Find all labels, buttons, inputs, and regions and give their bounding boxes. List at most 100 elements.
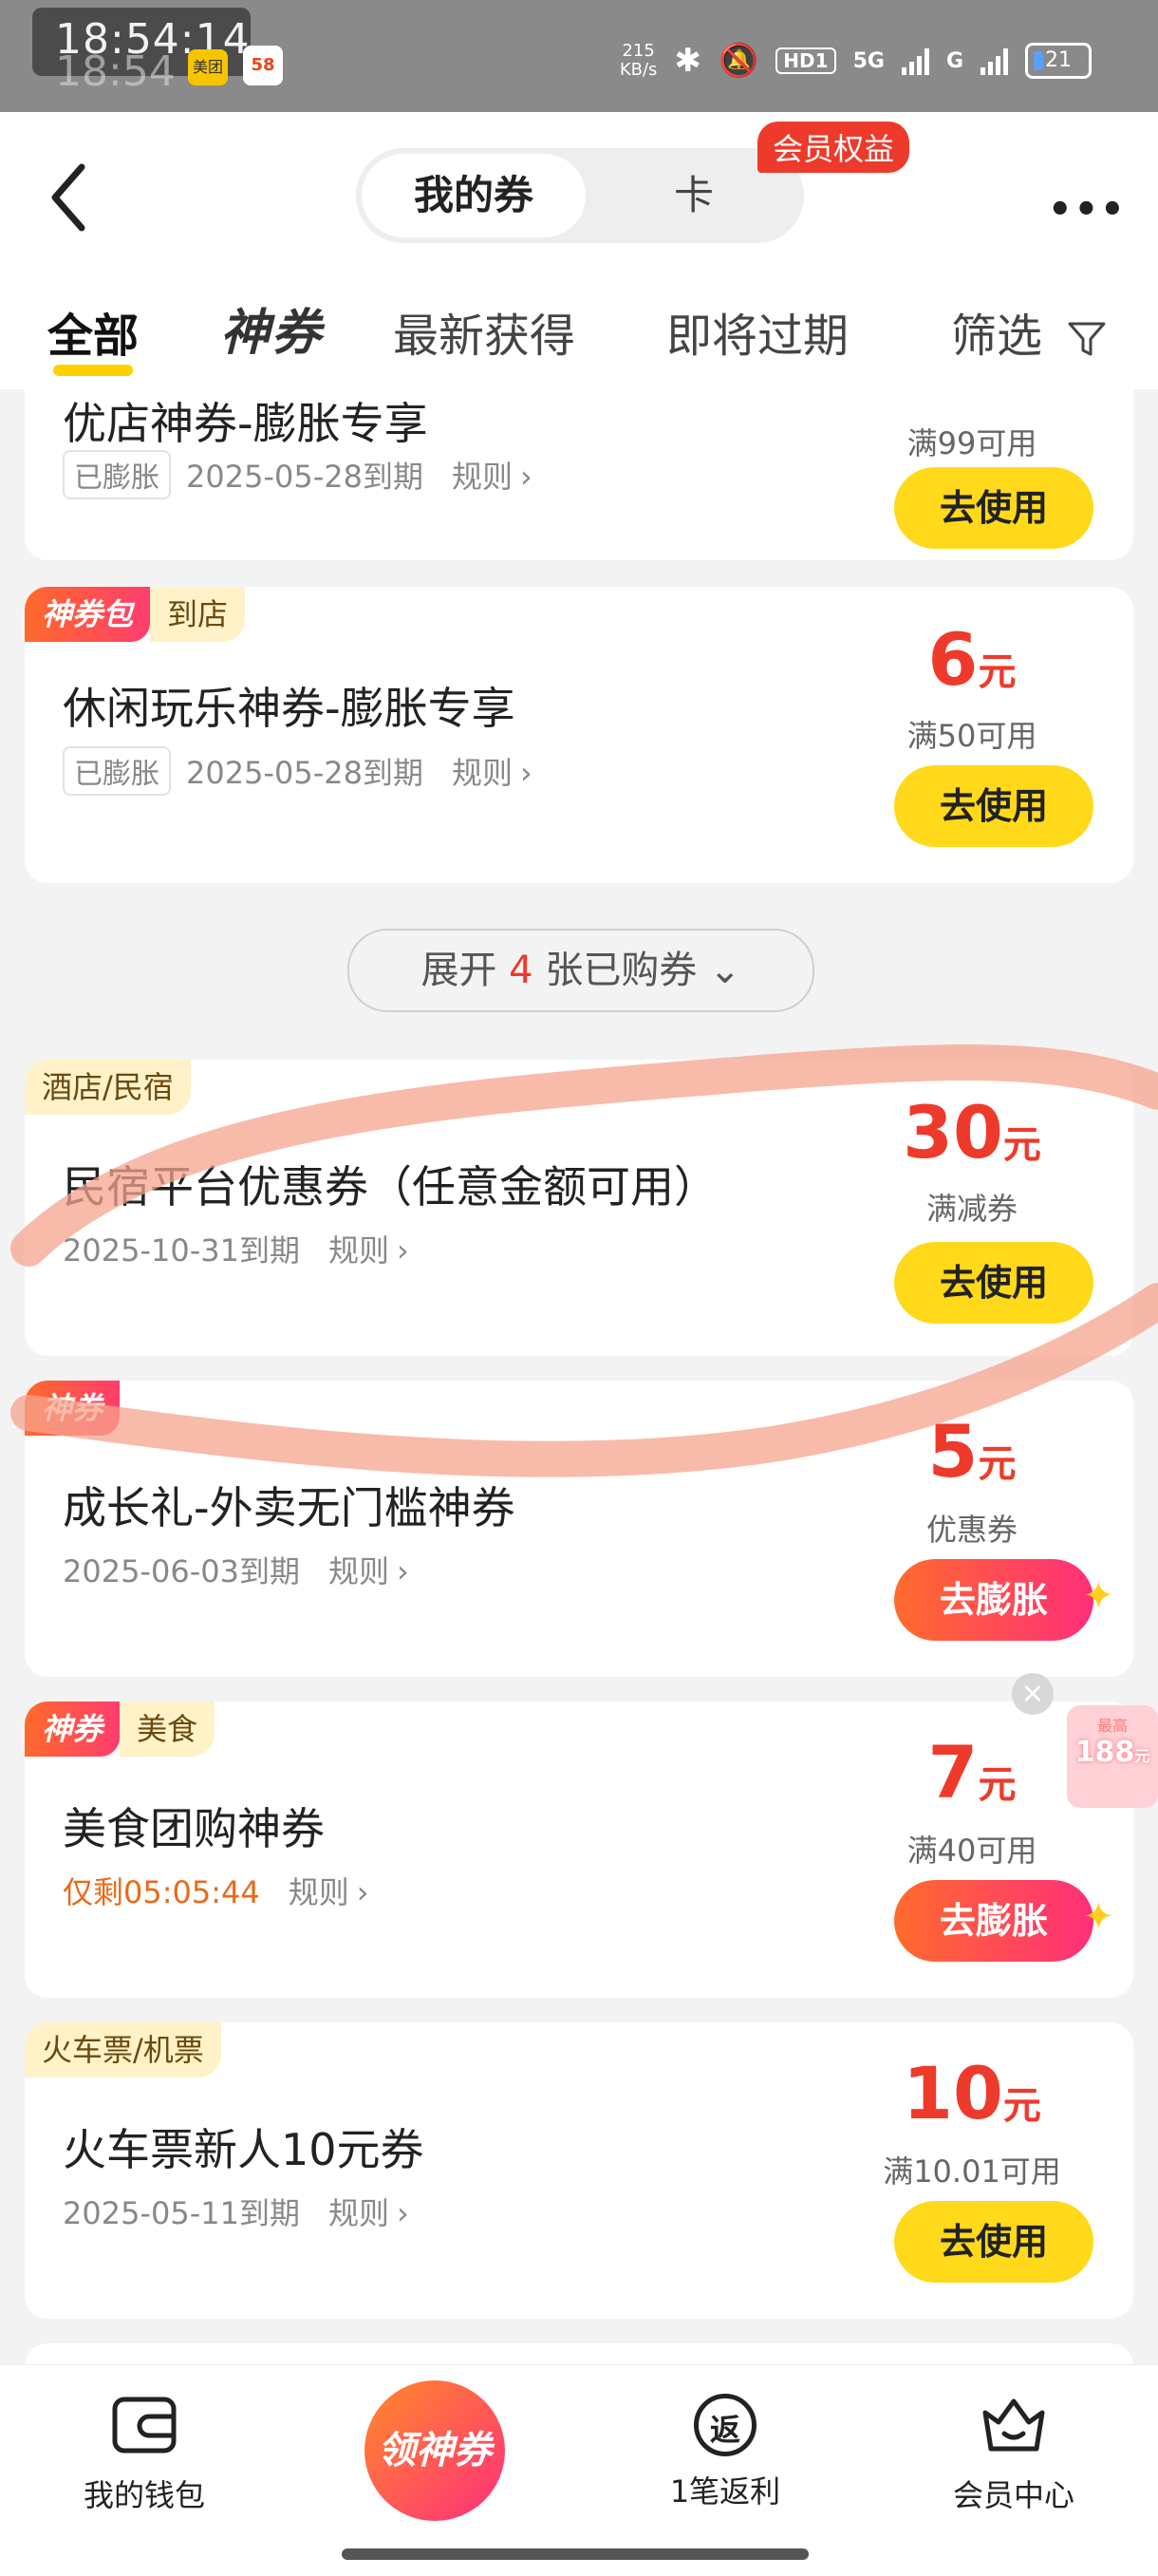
nav-member[interactable]: 会员中心	[900, 2394, 1128, 2515]
coupon-amount: 6元	[868, 617, 1076, 702]
bluetooth-icon: ✱	[674, 42, 701, 80]
amount-value: 7	[927, 1730, 979, 1814]
amount-value: 6	[927, 617, 979, 702]
bottom-nav: 我的钱包 领神券 返 1笔返利 会员中心	[0, 2364, 1158, 2576]
chevron-right-icon: ›	[520, 755, 532, 791]
coupon-tags: 火车票/机票	[25, 2022, 221, 2078]
chevron-right-icon: ›	[356, 1874, 369, 1910]
tab-filter[interactable]: 筛选	[951, 298, 1108, 365]
promo-float-widget[interactable]: 最高 188元	[1067, 1705, 1158, 1808]
rule-link[interactable]: 规则 ›	[452, 453, 532, 497]
vip-benefit-badge[interactable]: 会员权益	[757, 122, 910, 173]
coupon-card: 神券 成长礼-外卖无门槛神券 2025-06-03到期 规则 › 5元 优惠券 去…	[25, 1381, 1133, 1677]
coupon-list: 优店神券-膨胀专享 已膨胀 2025-05-28到期 规则 › 满99可用 去使用…	[0, 389, 1158, 2364]
rule-label: 规则	[451, 459, 513, 495]
sparkle-icon: ✦	[1082, 1574, 1114, 1618]
sparkle-icon: ✦	[1082, 1895, 1114, 1939]
coupon-title: 火车票新人10元券	[63, 2124, 424, 2175]
filter-label: 筛选	[951, 310, 1043, 363]
inflate-button[interactable]: 去膨胀	[894, 1559, 1093, 1641]
nav-wallet[interactable]: 我的钱包	[30, 2394, 258, 2515]
coupon-amount: 5元	[868, 1409, 1076, 1494]
coupon-title: 成长礼-外卖无门槛神券	[63, 1482, 515, 1533]
coupon-meta: 仅剩05:05:44 规则 ›	[63, 1869, 369, 1912]
chevron-right-icon: ›	[397, 2195, 409, 2231]
coupon-card: 酒店/民宿 民宿平台优惠券（任意金额可用） 2025-10-31到期 规则 › 3…	[25, 1060, 1133, 1356]
tab-my-coupons[interactable]: 我的券	[362, 154, 586, 237]
back-arrow-icon[interactable]	[46, 160, 93, 235]
use-button[interactable]: 去使用	[894, 467, 1093, 549]
crown-basket-icon	[982, 2398, 1045, 2452]
rule-label: 规则	[451, 755, 513, 791]
signal-icon	[901, 47, 929, 75]
tab-shenquan[interactable]: 神券	[220, 292, 323, 364]
rule-link[interactable]: 规则 ›	[289, 1869, 369, 1912]
tab-newest[interactable]: 最新获得	[393, 298, 575, 365]
coupon-card-partial	[25, 2343, 1133, 2364]
home-indicator[interactable]	[342, 2548, 809, 2560]
inflate-button[interactable]: 去膨胀	[894, 1880, 1093, 1962]
use-button[interactable]: 去使用	[894, 2201, 1093, 2283]
net-speed: 215 KB/s	[620, 42, 658, 80]
rule-link[interactable]: 规则 ›	[452, 749, 532, 793]
amount-unit: 元	[1002, 1123, 1041, 1167]
countdown-timer: 仅剩05:05:44	[63, 1874, 260, 1910]
close-icon[interactable]: ×	[1012, 1673, 1054, 1715]
rebate-icon: 返	[694, 2394, 756, 2456]
rule-label: 规则	[327, 1553, 389, 1589]
mute-icon: 🔕	[718, 42, 759, 80]
chevron-right-icon: ›	[397, 1232, 409, 1269]
more-icon[interactable]: •••	[1048, 188, 1127, 232]
tag-category: 火车票/机票	[25, 2022, 221, 2078]
tab-all[interactable]: 全部	[47, 298, 139, 365]
status-time-shadow: 18:54	[55, 47, 176, 96]
nav-rebate[interactable]: 返 1笔返利	[611, 2394, 839, 2511]
net-speed-value: 215	[622, 41, 655, 61]
expand-purchased-button[interactable]: 展开 4 张已购券 ⌄	[347, 929, 814, 1012]
amount-unit: 元	[978, 1763, 1017, 1807]
rule-label: 规则	[327, 2195, 389, 2231]
rule-link[interactable]: 规则 ›	[328, 1548, 409, 1591]
coupon-meta: 2025-10-31到期 规则 ›	[63, 1227, 409, 1270]
expiry-date: 2025-05-11到期	[63, 2195, 300, 2231]
battery-icon: 21	[1025, 43, 1092, 79]
amount-unit: 元	[978, 650, 1017, 694]
net-speed-unit: KB/s	[619, 60, 658, 80]
expand-count: 4	[509, 949, 533, 992]
coupon-card-switch: 我的券 卡	[356, 148, 804, 243]
tag-shenquan: 神券	[25, 1702, 121, 1757]
coupon-card: 神券包 到店 休闲玩乐神券-膨胀专享 已膨胀 2025-05-28到期 规则 › …	[25, 587, 1133, 883]
promo-top: 最高	[1096, 1717, 1128, 1735]
inflated-chip: 已膨胀	[63, 746, 171, 796]
hd-icon: HD1	[775, 47, 836, 74]
chevron-right-icon: ›	[520, 459, 532, 495]
coupon-tags: 神券包 到店	[25, 587, 246, 642]
filter-icon	[1068, 322, 1106, 356]
amount-unit: 元	[978, 1442, 1017, 1486]
rule-link[interactable]: 规则 ›	[328, 1227, 409, 1270]
amount-unit: 元	[1002, 2084, 1041, 2128]
rule-label: 规则	[288, 1874, 349, 1910]
wallet-icon	[112, 2397, 177, 2454]
coupon-meta: 已膨胀 2025-05-28到期 规则 ›	[63, 450, 532, 499]
app58-icon: 58	[243, 46, 283, 85]
use-button[interactable]: 去使用	[894, 765, 1093, 847]
promo-unit: 元	[1134, 1747, 1150, 1765]
use-button[interactable]: 去使用	[894, 1242, 1093, 1324]
coupon-meta: 已膨胀 2025-05-28到期 规则 ›	[63, 746, 532, 796]
coupon-amount: 30元	[868, 1090, 1076, 1175]
promo-amount: 188	[1074, 1736, 1135, 1769]
tab-expiring[interactable]: 即将过期	[666, 298, 849, 365]
coupon-condition: 满10.01可用	[883, 2153, 1061, 2190]
rule-link[interactable]: 规则 ›	[328, 2190, 409, 2233]
nav-member-label: 会员中心	[952, 2477, 1074, 2513]
get-coupons-button[interactable]: 领神券	[364, 2380, 505, 2521]
g-label: G	[945, 48, 963, 73]
chevron-right-icon: ›	[397, 1553, 409, 1589]
coupon-tags: 酒店/民宿	[25, 1060, 191, 1115]
expand-prefix: 展开	[420, 949, 497, 992]
active-tab-indicator	[53, 365, 133, 376]
coupon-tags: 神券 美食	[25, 1702, 215, 1757]
tag-coupon-pack: 神券包	[25, 587, 151, 642]
coupon-title: 休闲玩乐神券-膨胀专享	[63, 683, 515, 734]
